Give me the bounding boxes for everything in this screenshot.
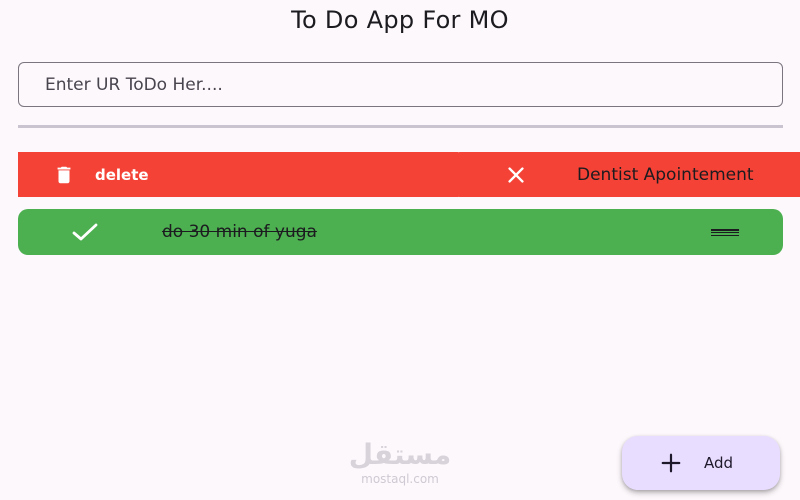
- add-button-label: Add: [704, 454, 734, 472]
- todo-title: do 30 min of yuga: [162, 222, 317, 242]
- swipe-delete-background[interactable]: delete: [18, 152, 458, 197]
- drag-handle-icon[interactable]: [711, 229, 739, 236]
- watermark: مستقل mostaql.com: [330, 438, 470, 486]
- todo-input[interactable]: [18, 62, 783, 107]
- divider: [18, 125, 783, 128]
- plus-icon: [661, 453, 681, 473]
- delete-label: delete: [95, 165, 149, 184]
- todo-item-completed[interactable]: do 30 min of yuga: [18, 209, 783, 255]
- check-icon[interactable]: [70, 220, 100, 244]
- todo-item[interactable]: Dentist Apointement: [450, 152, 800, 197]
- add-button[interactable]: Add: [622, 436, 780, 490]
- page-title: To Do App For MO: [291, 6, 509, 34]
- close-icon[interactable]: [505, 164, 527, 186]
- app-screen: To Do App For MO delete Dentist Apointem…: [0, 0, 800, 500]
- todo-title: Dentist Apointement: [577, 164, 754, 185]
- trash-icon: [57, 166, 71, 183]
- watermark-arabic: مستقل: [348, 438, 452, 471]
- watermark-latin: mostaql.com: [361, 472, 439, 486]
